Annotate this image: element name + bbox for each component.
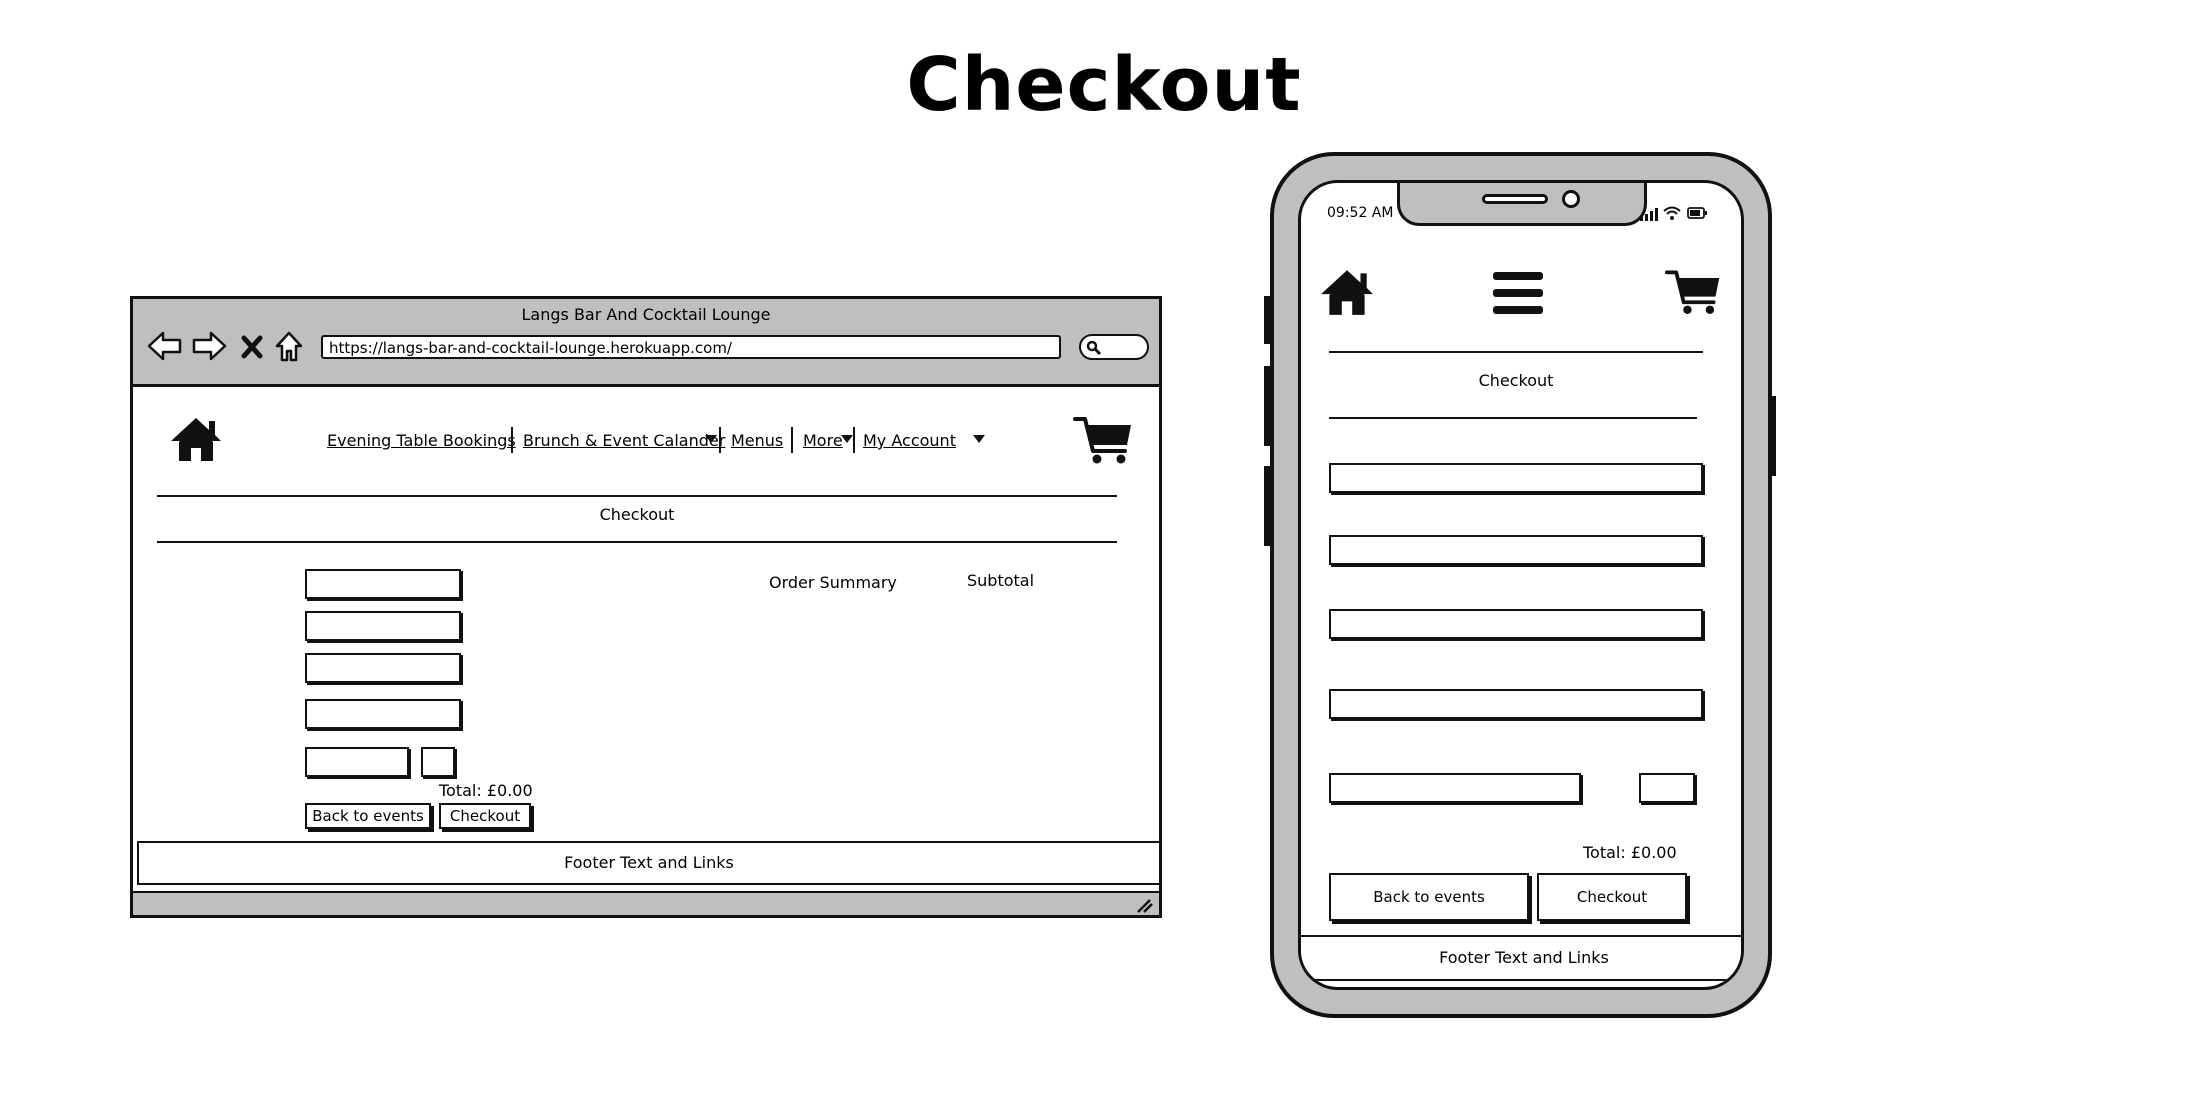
- divider: [1329, 417, 1697, 419]
- subtotal-label: Subtotal: [967, 571, 1035, 590]
- nav-evening-table-bookings[interactable]: Evening Table Bookings: [327, 431, 516, 450]
- chevron-down-icon[interactable]: [841, 435, 853, 443]
- divider: [1329, 351, 1703, 353]
- desktop-browser-window: Langs Bar And Cocktail Lounge https://la…: [130, 296, 1162, 918]
- mobile-phone-frame: 09:52 AM Checkout Total: £0.00 Back to e…: [1264, 152, 1776, 1018]
- arrow-right-icon[interactable]: [191, 329, 227, 363]
- back-to-events-button[interactable]: Back to events: [305, 803, 431, 829]
- checkout-button[interactable]: Checkout: [439, 803, 531, 829]
- phone-camera: [1562, 190, 1580, 208]
- checkout-field-4[interactable]: [1329, 689, 1703, 719]
- phone-speaker: [1482, 194, 1548, 204]
- battery-icon: [1687, 207, 1707, 219]
- mobile-screen: 09:52 AM Checkout Total: £0.00 Back to e…: [1298, 180, 1744, 990]
- footer: Footer Text and Links: [137, 841, 1161, 885]
- signal-icon: [1640, 208, 1658, 221]
- checkout-field-1[interactable]: [1329, 463, 1703, 493]
- checkout-field-6[interactable]: [421, 747, 455, 777]
- nav-separator: [511, 427, 513, 453]
- home-icon[interactable]: [169, 415, 223, 463]
- address-bar[interactable]: https://langs-bar-and-cocktail-lounge.he…: [321, 335, 1061, 359]
- nav-menus[interactable]: Menus: [731, 431, 783, 450]
- search-icon: [1086, 340, 1102, 356]
- hamburger-menu-icon[interactable]: [1491, 269, 1545, 317]
- order-summary-label: Order Summary: [769, 573, 897, 592]
- divider: [157, 541, 1117, 543]
- browser-search-field[interactable]: [1079, 334, 1149, 360]
- arrow-left-icon[interactable]: [147, 329, 183, 363]
- status-time: 09:52 AM: [1327, 205, 1394, 221]
- chevron-down-icon[interactable]: [705, 435, 717, 443]
- checkout-field-2[interactable]: [305, 611, 461, 641]
- checkout-field-5[interactable]: [1329, 773, 1581, 803]
- checkout-button[interactable]: Checkout: [1537, 873, 1687, 921]
- order-total: Total: £0.00: [1583, 843, 1677, 862]
- nav-separator: [719, 427, 721, 453]
- resize-grip-icon[interactable]: [1135, 897, 1153, 913]
- nav-separator: [791, 427, 793, 453]
- phone-notch: [1397, 183, 1647, 226]
- checkout-field-1[interactable]: [305, 569, 461, 599]
- browser-toolbar: Langs Bar And Cocktail Lounge https://la…: [133, 299, 1159, 387]
- nav-brunch-event-calendar[interactable]: Brunch & Event Calander: [523, 431, 725, 450]
- checkout-field-3[interactable]: [1329, 609, 1703, 639]
- page-title: Checkout: [906, 42, 1302, 128]
- home-icon[interactable]: [1319, 267, 1375, 317]
- checkout-field-5[interactable]: [305, 747, 409, 777]
- nav-separator: [853, 427, 855, 453]
- wifi-icon: [1663, 206, 1681, 220]
- checkout-field-2[interactable]: [1329, 535, 1703, 565]
- window-title: Langs Bar And Cocktail Lounge: [521, 305, 771, 324]
- nav-my-account[interactable]: My Account: [863, 431, 956, 450]
- home-icon[interactable]: [273, 329, 305, 363]
- phone-volume-button: [1264, 296, 1270, 344]
- shopping-cart-icon[interactable]: [1073, 415, 1135, 465]
- footer: Footer Text and Links: [1301, 935, 1741, 981]
- order-total: Total: £0.00: [439, 781, 533, 800]
- chevron-down-icon[interactable]: [973, 435, 985, 443]
- checkout-field-3[interactable]: [305, 653, 461, 683]
- divider: [157, 495, 1117, 497]
- browser-status-bar: [133, 891, 1159, 915]
- close-icon[interactable]: [241, 329, 263, 363]
- checkout-field-4[interactable]: [305, 699, 461, 729]
- back-to-events-button[interactable]: Back to events: [1329, 873, 1529, 921]
- nav-more[interactable]: More: [803, 431, 843, 450]
- checkout-field-6[interactable]: [1639, 773, 1695, 803]
- phone-power-button: [1770, 396, 1776, 476]
- phone-volume-button: [1264, 466, 1270, 546]
- shopping-cart-icon[interactable]: [1665, 267, 1723, 317]
- checkout-heading: Checkout: [599, 505, 675, 524]
- phone-volume-button: [1264, 366, 1270, 446]
- checkout-heading: Checkout: [1478, 371, 1554, 390]
